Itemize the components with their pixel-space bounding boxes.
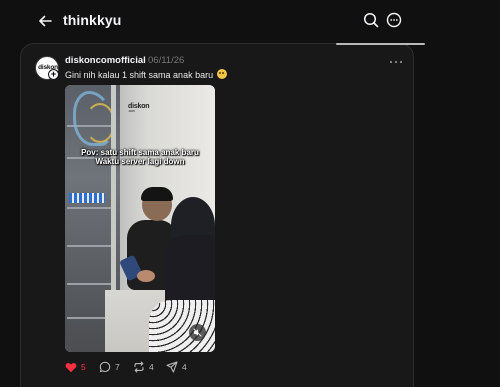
post-actions: 5 7 4 4 [65,360,265,374]
comment-icon [99,361,111,373]
search-icon [363,12,379,28]
patch-panel [69,193,105,203]
post-date: 06/11/26 [148,55,185,66]
share-count: 4 [182,362,187,372]
reply-button[interactable]: 7 [99,360,120,374]
speaker-muted-icon [193,328,202,337]
share-button[interactable]: 4 [166,360,187,374]
heart-icon [65,362,77,372]
post-menu-button[interactable] [388,54,404,64]
mute-button[interactable] [189,324,206,341]
search-button[interactable] [362,11,380,29]
caption-text: Gini nih kalau 1 shift sama anak baru [65,70,214,80]
send-icon [166,361,178,373]
page-title: thinkkyu [63,12,122,28]
post-card: diskon + diskoncomofficial 06/11/26 Gini… [20,43,425,387]
video-watermark: diskon .com [128,103,150,113]
repost-count: 4 [149,362,154,372]
top-bar: thinkkyu [0,0,500,42]
video-overlay-text: Pov: satu shift sama anak baru Waktu ser… [65,148,215,166]
repost-icon [134,361,144,373]
repost-button[interactable]: 4 [133,360,154,374]
cap [141,187,173,201]
arrow-left-icon [39,15,52,27]
ellipsis-icon [389,60,403,64]
more-circle-icon [386,12,402,28]
more-options-button[interactable] [385,11,403,29]
follow-plus-icon[interactable]: + [48,69,59,80]
tab-indicator [336,43,425,45]
crying-face-emoji-icon [216,69,227,79]
username[interactable]: diskoncomofficial [65,55,146,66]
polka-dot-sleeve [149,300,215,352]
hand [137,270,155,282]
overlay-line-2: Waktu server lagi down [95,157,185,166]
like-button[interactable]: 5 [65,360,86,374]
post-video[interactable]: diskon .com Pov: satu shift sama anak ba… [65,85,215,352]
reply-count: 7 [115,362,120,372]
like-count: 5 [81,362,86,372]
back-button[interactable] [34,10,56,32]
overlay-line-1: Pov: satu shift sama anak baru [81,148,199,157]
post-caption: Gini nih kalau 1 shift sama anak baru [65,69,227,80]
